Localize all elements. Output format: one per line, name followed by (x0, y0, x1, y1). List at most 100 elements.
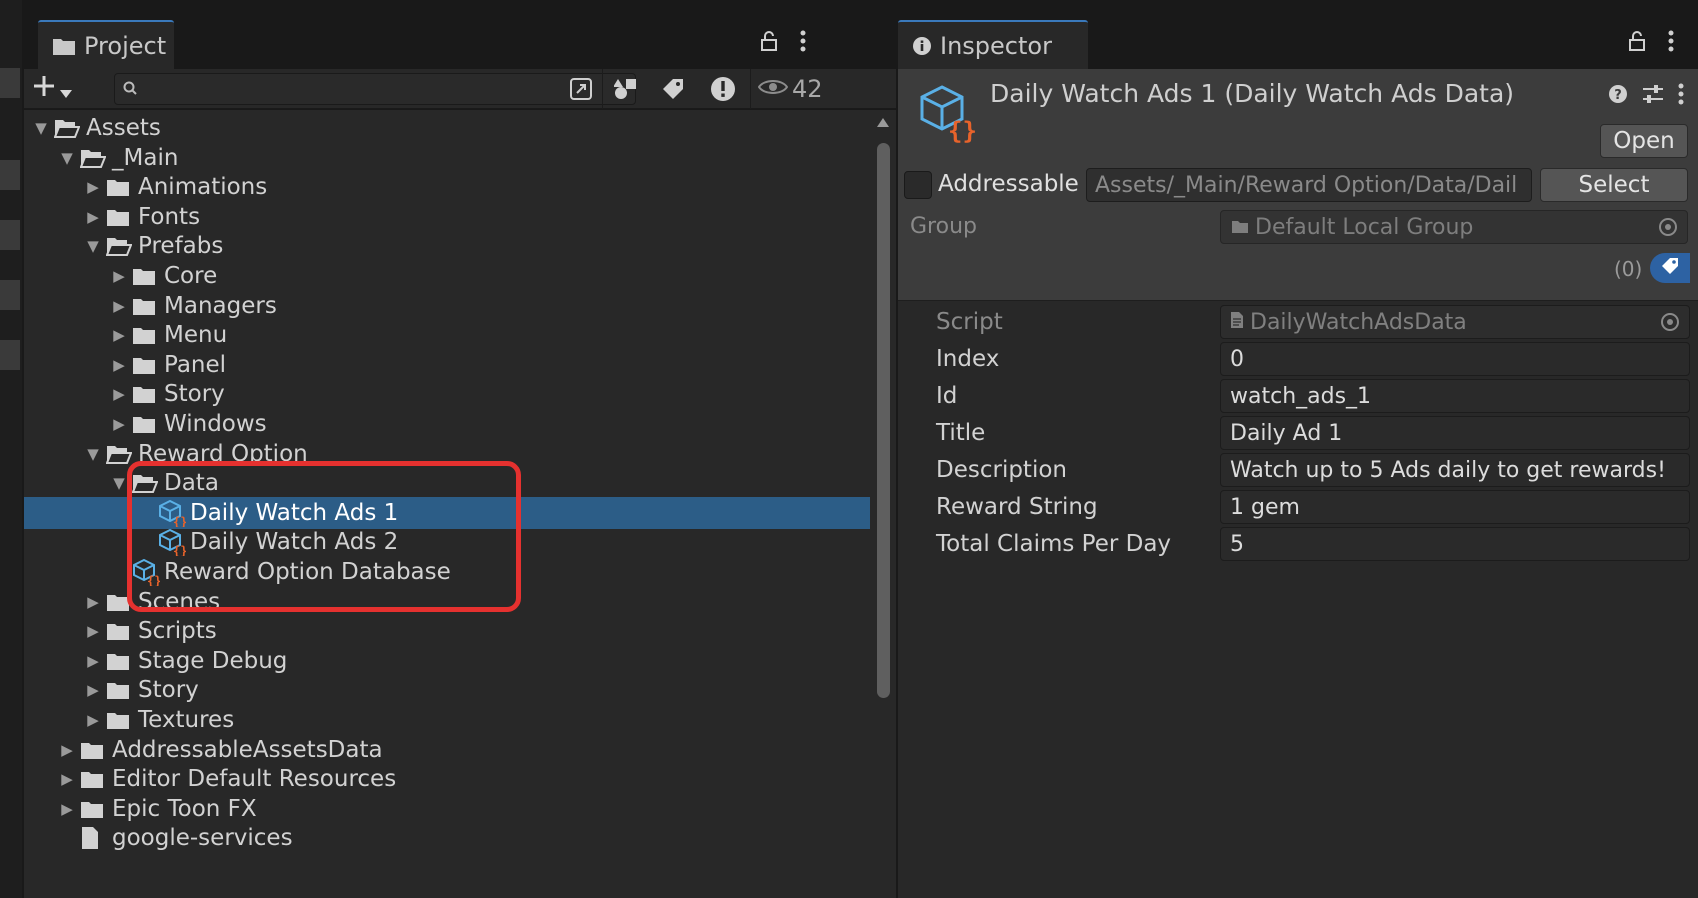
expand-arrow-open-icon[interactable]: ▼ (80, 237, 106, 255)
tree-item-label: Scripts (138, 618, 217, 645)
tree-item[interactable]: ▼ Assets (24, 112, 870, 144)
tree-item[interactable]: ▶ Editor Default Resources (24, 763, 870, 795)
tree-item[interactable]: google-services (24, 822, 870, 854)
presets-icon[interactable] (1642, 84, 1664, 108)
property-field[interactable]: 5 (1220, 527, 1690, 561)
expand-arrow-closed-icon[interactable]: ▶ (106, 415, 132, 433)
warning-icon[interactable] (706, 74, 740, 104)
labels-button[interactable] (1650, 253, 1690, 283)
folder-open-icon (106, 444, 136, 464)
tree-item[interactable]: ▼ Prefabs (24, 230, 870, 262)
search-by-type-icon[interactable] (564, 74, 598, 104)
scroll-up-arrow[interactable] (877, 118, 889, 127)
folder-icon (80, 799, 110, 819)
search-field[interactable] (114, 73, 636, 105)
property-label: Reward String (936, 494, 1098, 520)
tree-item-label: Scenes (138, 588, 221, 615)
expand-arrow-closed-icon[interactable]: ▶ (106, 356, 132, 374)
expand-arrow-closed-icon[interactable]: ▶ (80, 711, 106, 729)
lock-icon[interactable] (1628, 30, 1646, 56)
svg-text:{}: {} (147, 574, 160, 586)
tree-item[interactable]: ▶ Managers (24, 290, 870, 322)
expand-arrow-closed-icon[interactable]: ▶ (106, 267, 132, 285)
filter-by-type-icon[interactable] (610, 74, 644, 104)
expand-arrow-open-icon[interactable]: ▼ (106, 474, 132, 492)
addressable-checkbox[interactable] (904, 171, 932, 199)
tree-item[interactable]: ▶ Panel (24, 349, 870, 381)
tree-item[interactable]: ▼ Data (24, 467, 870, 499)
tree-item[interactable]: ▶ AddressableAssetsData (24, 734, 870, 766)
expand-arrow-open-icon[interactable]: ▼ (80, 445, 106, 463)
expand-arrow-closed-icon[interactable]: ▶ (80, 593, 106, 611)
svg-text:{}: {} (948, 117, 976, 143)
folder-icon (132, 296, 162, 316)
expand-arrow-closed-icon[interactable]: ▶ (106, 326, 132, 344)
help-icon[interactable]: ? (1608, 84, 1628, 108)
tree-item[interactable]: ▶ Core (24, 260, 870, 292)
tree-item[interactable]: ▶ Stage Debug (24, 645, 870, 677)
expand-arrow-closed-icon[interactable]: ▶ (106, 297, 132, 315)
scriptable-object-icon: {} (158, 528, 188, 556)
tree-item-label: Windows (164, 411, 267, 437)
tree-item[interactable]: ▶ Menu (24, 319, 870, 351)
expand-arrow-open-icon[interactable]: ▼ (54, 149, 80, 167)
tree-item-label: Managers (164, 292, 277, 319)
expand-arrow-closed-icon[interactable]: ▶ (54, 800, 80, 818)
address-field[interactable]: Assets/_Main/Reward Option/Data/Dail (1086, 168, 1532, 202)
select-button[interactable]: Select (1540, 168, 1688, 202)
expand-arrow-closed-icon[interactable]: ▶ (80, 681, 106, 699)
tree-item[interactable]: ▶ Scripts (24, 615, 870, 647)
tree-item[interactable]: ▶ Scenes (24, 586, 870, 618)
property-field[interactable]: 1 gem (1220, 490, 1690, 524)
expand-arrow-closed-icon[interactable]: ▶ (106, 385, 132, 403)
search-input[interactable] (143, 78, 543, 100)
property-label: Index (936, 346, 1000, 372)
property-field[interactable]: 0 (1220, 342, 1690, 376)
property-field[interactable]: Daily Ad 1 (1220, 416, 1690, 450)
property-label: Description (936, 457, 1067, 483)
property-field[interactable]: watch_ads_1 (1220, 379, 1690, 413)
expand-arrow-closed-icon[interactable]: ▶ (80, 208, 106, 226)
create-button[interactable] (32, 73, 88, 105)
hidden-packages-toggle[interactable]: 42 (757, 73, 823, 105)
tree-item[interactable]: {} Reward Option Database (24, 556, 870, 588)
expand-arrow-closed-icon[interactable]: ▶ (80, 622, 106, 640)
expand-arrow-closed-icon[interactable]: ▶ (54, 770, 80, 788)
more-vertical-icon[interactable] (800, 30, 806, 56)
tree-item[interactable]: ▶ Textures (24, 704, 870, 736)
project-scrollbar[interactable] (870, 110, 896, 898)
filter-by-label-icon[interactable] (656, 74, 690, 104)
expand-arrow-open-icon[interactable]: ▼ (28, 119, 54, 137)
open-button[interactable]: Open (1600, 124, 1688, 158)
tree-item[interactable]: ▼ _Main (24, 142, 870, 174)
tree-item[interactable]: ▶ Story (24, 378, 870, 410)
property-field[interactable]: Watch up to 5 Ads daily to get rewards! (1220, 453, 1690, 487)
tree-item[interactable]: {} Daily Watch Ads 2 (24, 526, 870, 558)
expand-arrow-closed-icon[interactable]: ▶ (80, 652, 106, 670)
more-vertical-icon[interactable] (1678, 83, 1684, 109)
tree-item[interactable]: ▶ Fonts (24, 201, 870, 233)
property-value: Watch up to 5 Ads daily to get rewards! (1230, 457, 1666, 483)
tree-item[interactable]: ▶ Epic Toon FX (24, 793, 870, 825)
tree-item[interactable]: ▶ Windows (24, 408, 870, 440)
tab-inspector[interactable]: Inspector (898, 20, 1088, 69)
object-picker-icon[interactable] (1661, 313, 1679, 331)
folder-icon (132, 414, 162, 434)
expand-arrow-closed-icon[interactable]: ▶ (80, 178, 106, 196)
tree-item-label: Data (164, 470, 219, 497)
tree-item[interactable]: ▶ Animations (24, 171, 870, 203)
scroll-thumb[interactable] (877, 143, 890, 698)
object-picker-icon[interactable] (1659, 218, 1677, 236)
tree-item[interactable]: ▶ Story (24, 674, 870, 706)
expand-arrow-closed-icon[interactable]: ▶ (54, 741, 80, 759)
lock-icon[interactable] (760, 30, 778, 56)
group-field[interactable]: Default Local Group (1220, 210, 1688, 244)
folder-icon (80, 769, 110, 789)
folder-open-icon (54, 118, 84, 138)
inspector-panel: Inspector {} Daily Watch Ads 1 (Daily Wa… (898, 0, 1698, 898)
more-vertical-icon[interactable] (1668, 30, 1674, 56)
project-tab-bar: Project (24, 0, 896, 69)
tab-project[interactable]: Project (38, 20, 174, 69)
tree-item[interactable]: {} Daily Watch Ads 1 (24, 496, 870, 529)
tree-item[interactable]: ▼ Reward Option (24, 438, 870, 470)
